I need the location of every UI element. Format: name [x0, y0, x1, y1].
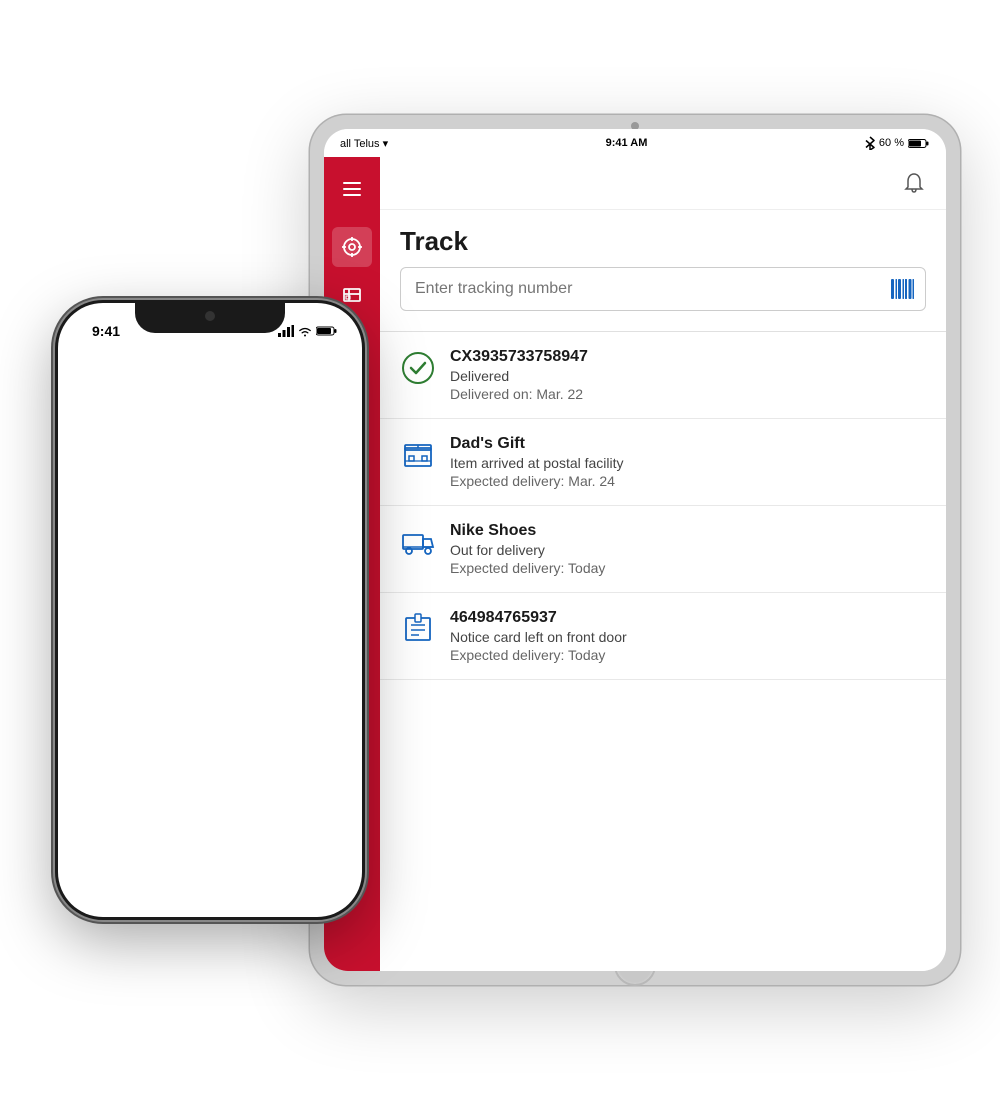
tablet-screen-content: all Telus ▾ 9:41 AM 60 % — [324, 129, 946, 971]
tracking-date: Expected delivery: Today — [450, 647, 926, 663]
tracking-number: 464984765937 — [450, 609, 926, 627]
truck-icon — [401, 525, 435, 559]
main-content: Track — [380, 157, 946, 971]
tracking-number-input[interactable] — [400, 267, 926, 311]
bluetooth-icon — [865, 136, 875, 150]
tracking-number: Nike Shoes — [450, 522, 926, 540]
tracking-item[interactable]: Dad's Gift Item arrived at postal facili… — [380, 419, 946, 506]
building-icon — [401, 438, 435, 472]
tracking-status: Out for delivery — [450, 542, 926, 558]
hamburger-icon — [337, 176, 367, 202]
tablet-time: 9:41 AM — [606, 137, 648, 149]
tracking-item[interactable]: Nike Shoes Out for delivery Expected del… — [380, 506, 946, 593]
tablet-content-area: Track — [324, 157, 946, 971]
phone-time: 9:41 — [92, 323, 120, 339]
tracking-status: Notice card left on front door — [450, 629, 926, 645]
phone-status-icons — [278, 325, 338, 337]
notification-button[interactable] — [898, 167, 930, 199]
notice-icon — [401, 612, 435, 646]
track-icon — [341, 236, 363, 258]
tracking-item-info: Nike Shoes Out for delivery Expected del… — [450, 522, 926, 576]
tracking-item-info: CX3935733758947 Delivered Delivered on: … — [450, 348, 926, 402]
carrier-label: all Telus ▾ — [340, 137, 388, 150]
hamburger-line-2 — [343, 188, 361, 190]
tracking-item-info: 464984765937 Notice card left on front d… — [450, 609, 926, 663]
postal-facility-icon — [400, 437, 436, 473]
phone-camera — [205, 311, 215, 321]
top-bar — [380, 157, 946, 210]
status-right: 60 % — [865, 136, 930, 150]
tracking-status: Delivered — [450, 368, 926, 384]
tablet-device: all Telus ▾ 9:41 AM 60 % — [310, 115, 960, 985]
tracking-date: Expected delivery: Mar. 24 — [450, 473, 926, 489]
phone-device: 9:41 — [55, 300, 365, 920]
battery-percent: 60 % — [879, 137, 904, 149]
wifi-icon — [298, 326, 312, 337]
tablet-frame: all Telus ▾ 9:41 AM 60 % — [310, 115, 960, 985]
phone-frame: 9:41 — [55, 300, 365, 920]
tracking-list: CX3935733758947 Delivered Delivered on: … — [380, 331, 946, 680]
barcode-icon — [890, 278, 916, 300]
delivered-check-icon — [400, 350, 436, 386]
status-left: all Telus ▾ — [340, 137, 388, 150]
tracking-date: Delivered on: Mar. 22 — [450, 386, 926, 402]
barcode-scan-button[interactable] — [890, 278, 916, 300]
hamburger-line-1 — [343, 182, 361, 184]
tracking-number: Dad's Gift — [450, 435, 926, 453]
notice-card-icon — [400, 611, 436, 647]
sidebar-hamburger[interactable] — [332, 169, 372, 209]
battery-icon — [316, 325, 338, 337]
bell-icon — [903, 172, 925, 194]
tracking-date: Expected delivery: Today — [450, 560, 926, 576]
tracking-item[interactable]: CX3935733758947 Delivered Delivered on: … — [380, 332, 946, 419]
tablet-status-bar: all Telus ▾ 9:41 AM 60 % — [324, 129, 946, 157]
page-title: Track — [380, 210, 946, 267]
sidebar-item-track[interactable] — [332, 227, 372, 267]
tracking-item[interactable]: 464984765937 Notice card left on front d… — [380, 593, 946, 680]
tablet-battery-icon — [908, 138, 930, 149]
phone-screen: 9:41 — [58, 303, 362, 917]
tracking-item-info: Dad's Gift Item arrived at postal facili… — [450, 435, 926, 489]
status-time: 9:41 AM — [606, 137, 648, 149]
hamburger-line-3 — [343, 194, 361, 196]
tracking-status: Item arrived at postal facility — [450, 455, 926, 471]
tracking-input-container — [400, 267, 926, 311]
out-for-delivery-icon — [400, 524, 436, 560]
tablet-screen: all Telus ▾ 9:41 AM 60 % — [324, 129, 946, 971]
check-circle-icon — [401, 351, 435, 385]
tracking-number: CX3935733758947 — [450, 348, 926, 366]
signal-icon — [278, 325, 294, 337]
